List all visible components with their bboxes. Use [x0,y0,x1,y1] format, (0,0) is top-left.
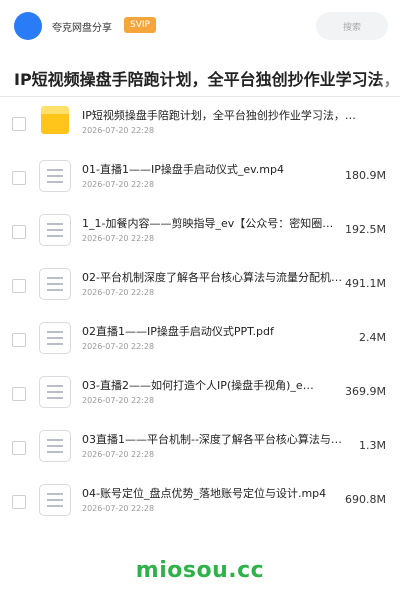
file-size: 491.1M [345,277,386,290]
file-name: 04-账号定位_盘点优势_落地账号定位与设计.mp4 [82,487,327,500]
list-item[interactable]: 03-直播2——如何打造个人IP(操盘手视角)_e… 2026-07-20 22… [0,367,400,421]
file-date: 2026-07-20 22:28 [82,450,155,459]
file-name: IP短视频操盘手陪跑计划，全平台独创抄作业学习法，… [82,109,356,122]
list-item[interactable]: 04-账号定位_盘点优势_落地账号定位与设计.mp4 2026-07-20 22… [0,475,400,529]
app-header: 夸克网盘分享 SVIP 搜索 [0,0,400,52]
brand-name: 夸克网盘分享 [52,23,112,34]
select-checkbox[interactable] [12,225,26,239]
document-icon [39,484,71,516]
file-size: 1.3M [359,439,386,452]
document-icon [39,322,71,354]
document-icon [39,268,71,300]
select-checkbox[interactable] [12,441,26,455]
select-checkbox[interactable] [12,495,26,509]
file-date: 2026-07-20 22:28 [82,180,155,189]
document-icon [39,214,71,246]
select-checkbox[interactable] [12,333,26,347]
file-size: 690.8M [345,493,386,506]
document-icon [39,160,71,192]
file-date: 2026-07-20 22:28 [82,504,155,513]
list-item[interactable]: 02-平台机制深度了解各平台核心算法与流量分配机制… 2026-07-20 22… [0,259,400,313]
title-fade [376,52,400,96]
user-avatar[interactable] [14,12,42,40]
list-item[interactable]: 01-直播1——IP操盘手启动仪式_ev.mp4 2026-07-20 22:2… [0,151,400,205]
file-date: 2026-07-20 22:28 [82,126,155,135]
select-checkbox[interactable] [12,171,26,185]
share-title: IP短视频操盘手陪跑计划，全平台独创抄作业学习法，转型 [14,70,400,89]
file-date: 2026-07-20 22:28 [82,342,155,351]
file-size: 192.5M [345,223,386,236]
share-title-row: IP短视频操盘手陪跑计划，全平台独创抄作业学习法，转型 [0,52,400,96]
file-name: 03直播1——平台机制--深度了解各平台核心算法与… [82,433,342,446]
file-name: 1_1-加餐内容——剪映指导_ev【公众号：密知圈… [82,217,334,230]
document-icon [39,430,71,462]
file-date: 2026-07-20 22:28 [82,234,155,243]
file-size: 369.9M [345,385,386,398]
file-date: 2026-07-20 22:28 [82,396,155,405]
file-name: 03-直播2——如何打造个人IP(操盘手视角)_e… [82,379,314,392]
svip-badge: SVIP [124,17,156,33]
file-name: 02-平台机制深度了解各平台核心算法与流量分配机制… [82,271,346,284]
file-size: 180.9M [345,169,386,182]
list-item[interactable]: IP短视频操盘手陪跑计划，全平台独创抄作业学习法，… 2026-07-20 22… [0,97,400,151]
list-item[interactable]: 03直播1——平台机制--深度了解各平台核心算法与… 2026-07-20 22… [0,421,400,475]
folder-icon [39,106,71,138]
select-checkbox[interactable] [12,387,26,401]
list-item[interactable]: 02直播1——IP操盘手启动仪式PPT.pdf 2026-07-20 22:28… [0,313,400,367]
select-checkbox[interactable] [12,279,26,293]
file-name: 01-直播1——IP操盘手启动仪式_ev.mp4 [82,163,284,176]
watermark-text: miosou.cc [135,558,265,583]
file-name: 02直播1——IP操盘手启动仪式PPT.pdf [82,325,274,338]
file-size: 2.4M [359,331,386,344]
file-list: IP短视频操盘手陪跑计划，全平台独创抄作业学习法，… 2026-07-20 22… [0,97,400,529]
document-icon [39,376,71,408]
list-item[interactable]: 1_1-加餐内容——剪映指导_ev【公众号：密知圈… 2026-07-20 22… [0,205,400,259]
select-checkbox[interactable] [12,117,26,131]
file-date: 2026-07-20 22:28 [82,288,155,297]
search-input[interactable]: 搜索 [316,12,388,40]
